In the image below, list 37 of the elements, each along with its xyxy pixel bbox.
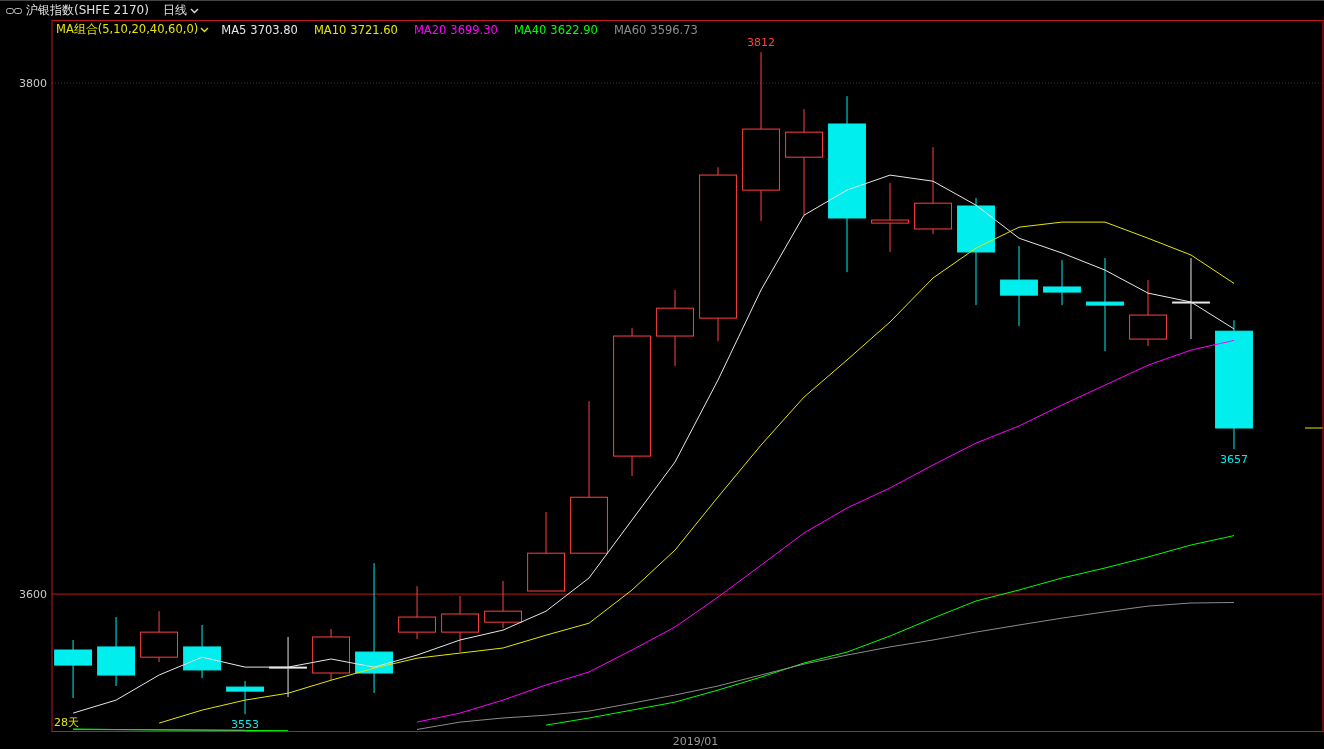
candlestick <box>312 628 350 681</box>
legend-value: 3703.80 <box>250 22 298 37</box>
legend-series-name: MA5 <box>221 22 247 37</box>
candlestick <box>226 680 264 715</box>
legend-series-name: MA20 <box>413 22 447 37</box>
candlestick <box>97 616 135 687</box>
candlestick <box>484 580 522 629</box>
legend-series-name: MA10 <box>313 22 347 37</box>
y-axis-label: 3800 <box>19 77 47 91</box>
link-icon[interactable] <box>6 6 22 15</box>
candlestick <box>1043 259 1081 306</box>
chevron-down-icon <box>200 26 210 33</box>
legend-value: 3622.90 <box>550 22 598 37</box>
candlestick <box>140 610 178 663</box>
period-dropdown[interactable]: 日线 <box>162 2 199 19</box>
candlestick <box>269 636 307 698</box>
last-price-marker <box>1304 427 1324 429</box>
chevron-down-icon <box>189 7 199 14</box>
candlestick <box>871 182 909 253</box>
legend-value: 3699.30 <box>450 22 498 37</box>
candlestick <box>398 585 436 640</box>
legend-series-name: MA40 <box>513 22 547 37</box>
price-label: 3812 <box>747 36 776 50</box>
price-label: 3553 <box>231 718 260 732</box>
candlestick <box>441 595 479 653</box>
period-count-label: 28天 <box>54 716 79 729</box>
ma-selector-dropdown[interactable]: MA组合(5,10,20,40,60,0) <box>56 22 210 37</box>
y-axis-label: 3600 <box>19 588 47 602</box>
instrument-title: 沪银指数(SHFE 2170) <box>26 2 149 19</box>
price-label: 3657 <box>1220 453 1248 467</box>
legend-value: 3596.73 <box>650 22 698 37</box>
candlestick <box>1129 279 1167 347</box>
legend-value: 3721.60 <box>350 22 398 37</box>
candlestick <box>183 624 221 679</box>
x-axis-label: 2019/01 <box>672 735 719 748</box>
legend-series-name: MA60 <box>613 22 647 37</box>
candlestick <box>54 639 92 699</box>
